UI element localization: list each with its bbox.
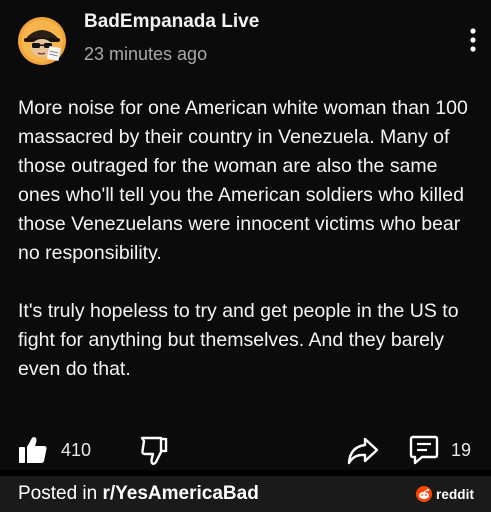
upvote-button[interactable]: [17, 434, 49, 466]
downvote-button[interactable]: [139, 435, 169, 467]
footer-bar: Posted in r/YesAmericaBad reddit: [0, 476, 491, 512]
reddit-snoo-icon: [416, 486, 432, 502]
share-arrow-icon: [347, 437, 379, 465]
posted-in-label: Posted in r/YesAmericaBad: [18, 483, 259, 505]
post-body: More noise for one American white woman …: [18, 94, 480, 384]
more-options-button[interactable]: [463, 26, 483, 54]
comment-count: 19: [451, 440, 472, 460]
subreddit-link[interactable]: r/YesAmericaBad: [103, 483, 259, 504]
post-paragraph: It's truly hopeless to try and get peopl…: [18, 300, 459, 380]
comment-button[interactable]: [408, 434, 440, 466]
author-name[interactable]: BadEmpanada Live: [84, 11, 259, 33]
brand-wordmark: reddit: [436, 486, 475, 502]
post-timestamp: 23 minutes ago: [84, 44, 208, 64]
share-button[interactable]: [346, 436, 380, 466]
posted-in-prefix: Posted in: [18, 483, 103, 504]
comment-bubble-icon: [409, 435, 439, 465]
reddit-brand: reddit: [416, 485, 474, 503]
action-bar: 410 19: [0, 428, 491, 472]
vertical-dots-icon: [470, 28, 476, 52]
thumbs-up-icon: [19, 437, 47, 463]
upvote-count: 410: [61, 440, 92, 460]
post-paragraph: More noise for one American white woman …: [18, 97, 468, 264]
avatar[interactable]: [18, 17, 66, 65]
thumbs-down-icon: [140, 436, 168, 465]
post-card: BadEmpanada Live 23 minutes ago More noi…: [0, 0, 491, 470]
